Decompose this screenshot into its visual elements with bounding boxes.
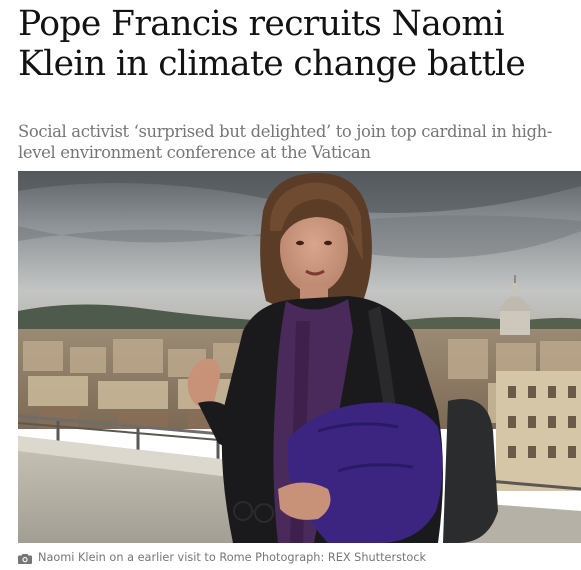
caption-text: Naomi Klein on a earlier visit to Rome P… — [38, 551, 427, 564]
standfirst: Social activist ‘surprised but delighted… — [18, 122, 553, 162]
headline: Pope Francis recruits Naomi Klein in cli… — [18, 4, 526, 84]
camera-icon — [18, 553, 32, 564]
article-photo[interactable] — [18, 171, 581, 543]
photo-caption: Naomi Klein on a earlier visit to Rome P… — [18, 550, 581, 566]
